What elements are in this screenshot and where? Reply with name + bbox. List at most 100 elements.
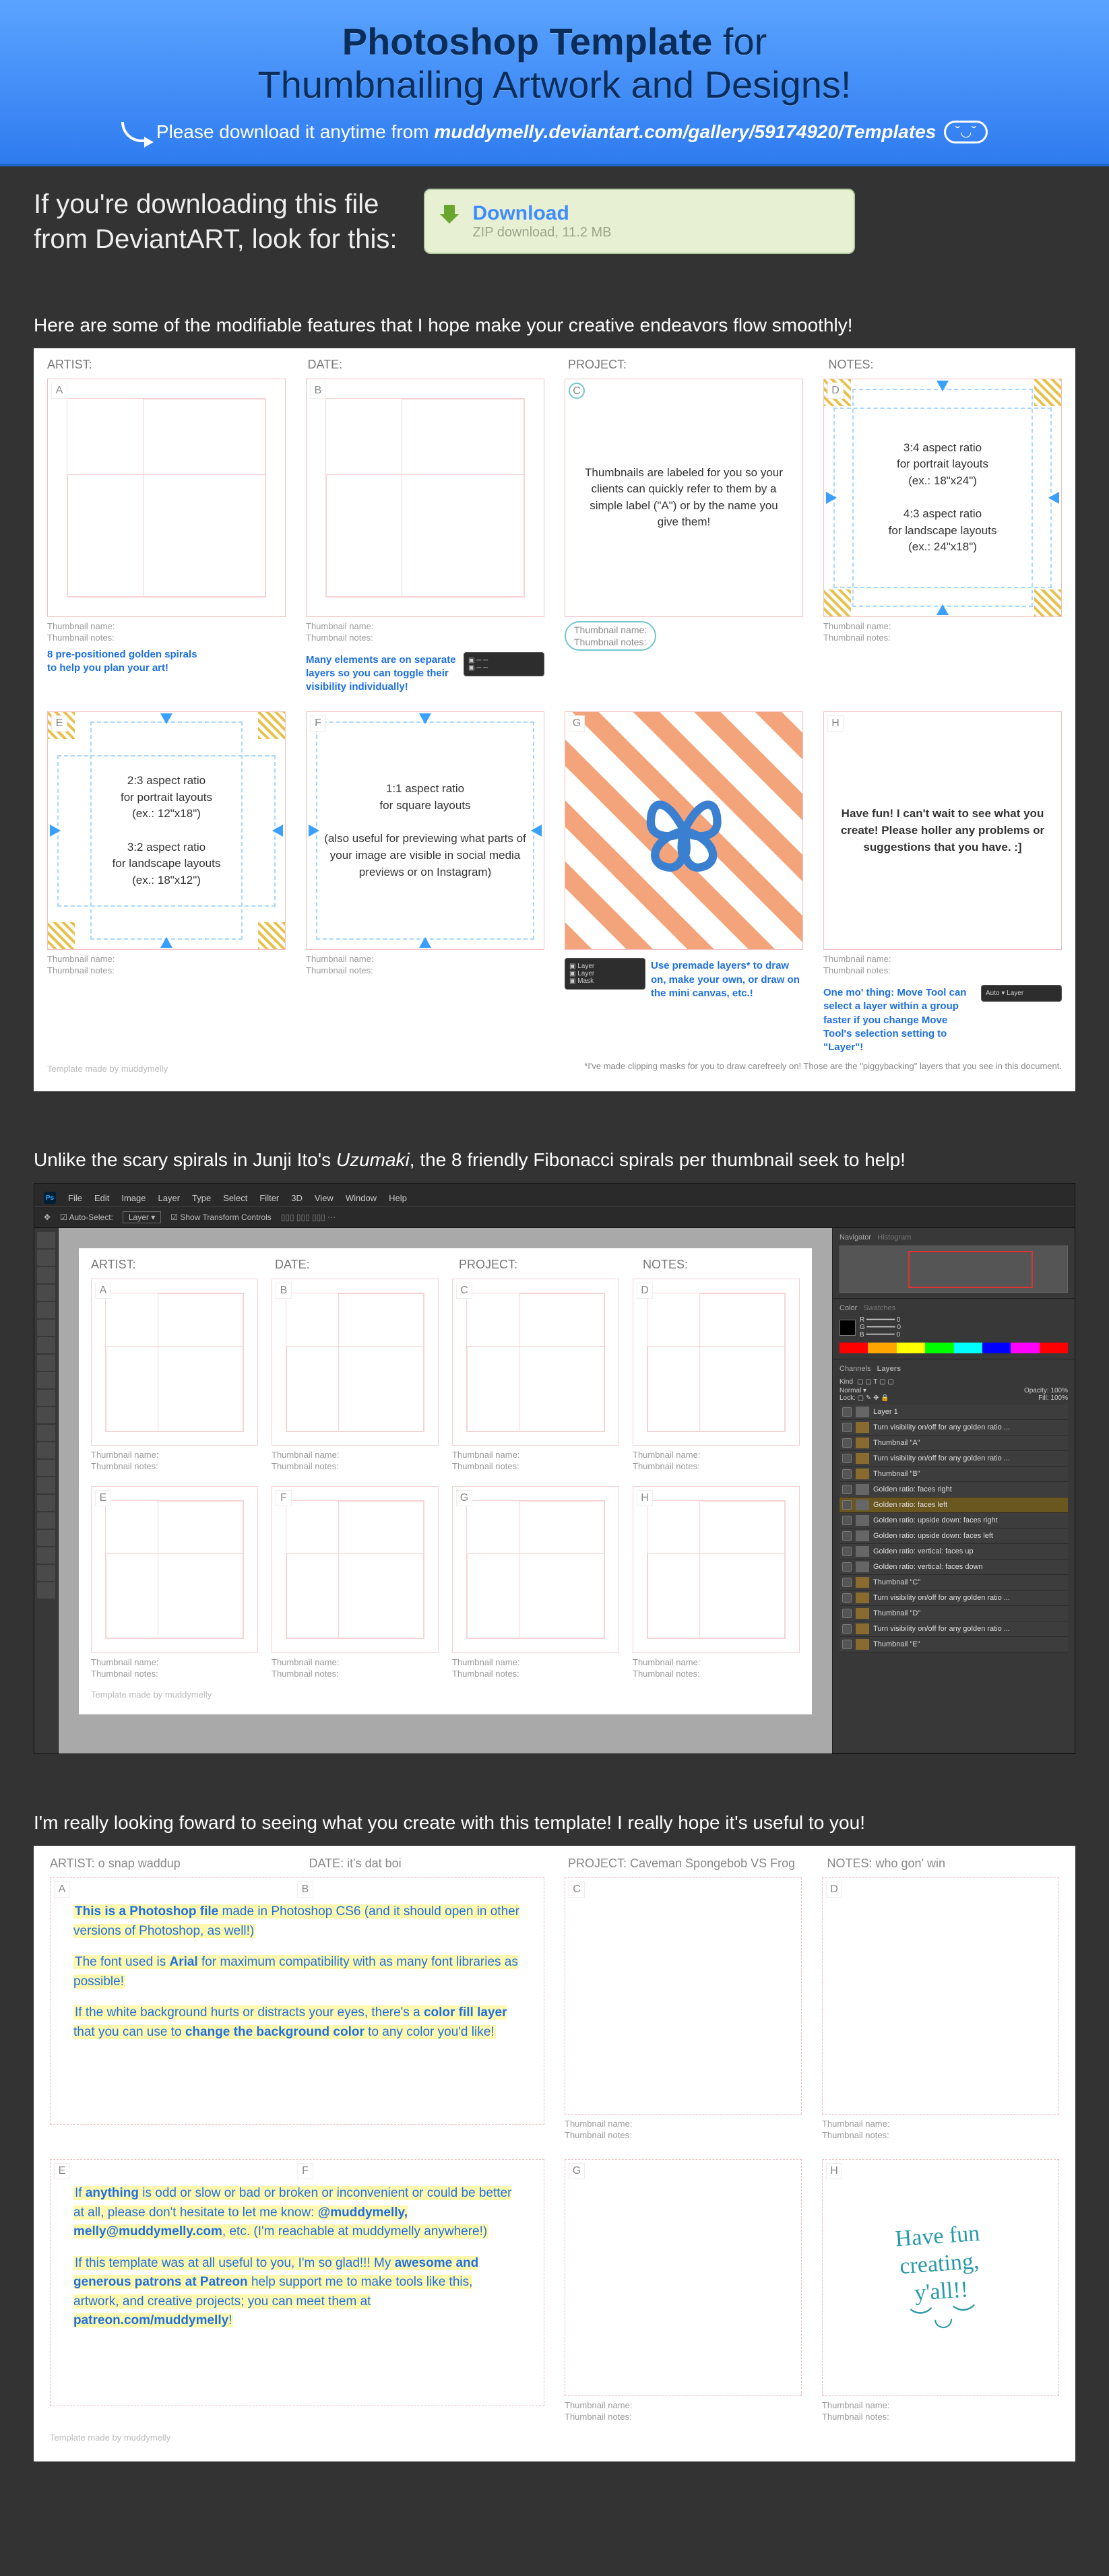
- color-spectrum[interactable]: [839, 1343, 1068, 1353]
- header-notes: NOTES: who gon' win: [827, 1857, 1060, 1871]
- thumbnail-canvas: 1:1 aspect ratiofor square layouts (also…: [306, 711, 544, 950]
- ps-menu-item[interactable]: Help: [389, 1193, 407, 1203]
- thumbnail-canvas: [272, 1279, 439, 1446]
- ps-menu-item[interactable]: Layer: [158, 1193, 181, 1203]
- visibility-toggle-icon[interactable]: [842, 1423, 852, 1432]
- ps-menu-item[interactable]: File: [68, 1193, 82, 1203]
- layer-row[interactable]: Golden ratio: upside down: faces right: [839, 1513, 1068, 1528]
- curved-arrow-icon: [121, 122, 148, 142]
- visibility-toggle-icon[interactable]: [842, 1500, 852, 1510]
- layer-row[interactable]: Turn visibility on/off for any golden ra…: [839, 1451, 1068, 1467]
- visibility-toggle-icon[interactable]: [842, 1609, 852, 1618]
- visibility-toggle-icon[interactable]: [842, 1407, 852, 1417]
- layer-row[interactable]: Turn visibility on/off for any golden ra…: [839, 1420, 1068, 1436]
- cell-letter: A: [95, 1283, 111, 1299]
- thumbnail-cell: C Thumbnail name:Thumbnail notes:: [565, 1877, 802, 2142]
- ps-menu-item[interactable]: Select: [223, 1193, 247, 1203]
- alignment-icons[interactable]: ▯▯▯ ▯▯▯ ▯▯▯ ⋯: [281, 1213, 336, 1222]
- header-artist: ARTIST: o snap waddup: [50, 1857, 282, 1871]
- download-button[interactable]: Download ZIP download, 11.2 MB: [424, 189, 855, 254]
- layer-name: Layer 1: [873, 1408, 1065, 1416]
- thumbnail-canvas: [452, 1486, 619, 1653]
- layer-row[interactable]: Thumbnail "A": [839, 1436, 1068, 1451]
- layers-panel[interactable]: Channels Layers Kind▢ ▢ T ▢ ▢ Normal ▾Op…: [833, 1359, 1075, 1753]
- golden-spiral-guides: [325, 398, 525, 598]
- arrow-icon: [826, 492, 837, 504]
- sheet-header-row: ARTIST: o snap waddup DATE: it's dat boi…: [50, 1857, 1059, 1871]
- thumbnail-canvas: Thumbnails are labeled for you so your c…: [565, 379, 803, 617]
- layer-row[interactable]: Layer 1: [839, 1405, 1068, 1420]
- thumbnail-cell-h: H Have fun! I can't wait to see what you…: [823, 711, 1062, 1054]
- ps-menu-item[interactable]: Window: [346, 1193, 377, 1203]
- thumbnail-meta: Thumbnail name:Thumbnail notes:: [306, 621, 544, 644]
- cell-letter: E: [51, 715, 67, 732]
- visibility-toggle-icon[interactable]: [842, 1454, 852, 1463]
- ps-menu-item[interactable]: View: [315, 1193, 334, 1203]
- ps-menu-item[interactable]: Image: [121, 1193, 146, 1203]
- layer-row[interactable]: Turn visibility on/off for any golden ra…: [839, 1621, 1068, 1637]
- ps-canvas-area[interactable]: ARTIST:DATE:PROJECT:NOTES: A Thumbnail n…: [59, 1228, 832, 1753]
- visibility-toggle-icon[interactable]: [842, 1469, 852, 1479]
- ps-tools-panel[interactable]: [34, 1228, 59, 1753]
- auto-select-checkbox[interactable]: ☑ Auto-Select:: [60, 1213, 113, 1222]
- auto-select-dropdown[interactable]: Layer ▾: [123, 1211, 161, 1223]
- layer-row[interactable]: Golden ratio: upside down: faces left: [839, 1528, 1068, 1544]
- cell-letter: G: [569, 715, 585, 732]
- golden-spiral-guides: [67, 398, 266, 598]
- layer-row[interactable]: Golden ratio: vertical: faces up: [839, 1544, 1068, 1559]
- layer-row[interactable]: Golden ratio: faces right: [839, 1482, 1068, 1498]
- layer-thumbnail-icon: [856, 1407, 869, 1417]
- header-date: DATE:: [308, 358, 542, 372]
- visibility-toggle-icon[interactable]: [842, 1547, 852, 1556]
- layers-mini-panel: ▣ Layer▣ Layer▣ Mask: [565, 958, 645, 990]
- layer-row[interactable]: Thumbnail "B": [839, 1467, 1068, 1482]
- visibility-toggle-icon[interactable]: [842, 1593, 852, 1603]
- thumbnail-canvas: [91, 1486, 258, 1653]
- thumbnail-meta: Thumbnail name:Thumbnail notes:: [452, 1657, 619, 1680]
- cell-letter: B: [310, 383, 326, 399]
- layer-row[interactable]: Thumbnail "E": [839, 1637, 1068, 1652]
- layer-name: Golden ratio: faces left: [873, 1501, 1065, 1509]
- ps-menu-item[interactable]: Type: [192, 1193, 211, 1203]
- navigator-thumbnail[interactable]: [839, 1246, 1068, 1293]
- visibility-toggle-icon[interactable]: [842, 1562, 852, 1572]
- color-panel[interactable]: Color Swatches R ━━━━━━━ 0G ━━━━━━━ 0B ━…: [833, 1299, 1075, 1359]
- arrow-icon: [937, 604, 949, 615]
- download-url[interactable]: muddymelly.deviantart.com/gallery/591749…: [434, 121, 936, 142]
- show-transform-checkbox[interactable]: ☑ Show Transform Controls: [170, 1213, 271, 1222]
- visibility-toggle-icon[interactable]: [842, 1624, 852, 1634]
- template-document: ARTIST:DATE:PROJECT:NOTES: A Thumbnail n…: [79, 1248, 812, 1714]
- sample-drawing-flower: [565, 712, 802, 949]
- arrow-icon: [272, 825, 283, 837]
- layer-name: Thumbnail "B": [873, 1470, 1065, 1478]
- layer-row[interactable]: Thumbnail "D": [839, 1606, 1068, 1621]
- thumbnail-meta: Thumbnail name:Thumbnail notes:: [272, 1657, 439, 1680]
- ps-toolbar: ✥ ☑ Auto-Select: Layer ▾ ☑ Show Transfor…: [34, 1206, 1075, 1228]
- ps-menu-item[interactable]: Edit: [94, 1193, 109, 1203]
- caption-closing: I'm really looking foward to seeing what…: [34, 1812, 1075, 1834]
- cell-letter: H: [637, 1490, 653, 1506]
- visibility-toggle-icon[interactable]: [842, 1438, 852, 1448]
- visibility-toggle-icon[interactable]: [842, 1640, 852, 1649]
- arrow-icon: [419, 713, 431, 724]
- layer-row[interactable]: Golden ratio: faces left: [839, 1498, 1068, 1513]
- layer-thumbnail-icon: [856, 1608, 869, 1619]
- layer-row[interactable]: Golden ratio: vertical: faces down: [839, 1559, 1068, 1575]
- layer-row[interactable]: Turn visibility on/off for any golden ra…: [839, 1590, 1068, 1606]
- cell-letter: F: [276, 1490, 292, 1506]
- visibility-toggle-icon[interactable]: [842, 1531, 852, 1541]
- layers-list[interactable]: Layer 1 Turn visibility on/off for any g…: [839, 1405, 1068, 1652]
- foreground-color-swatch[interactable]: [839, 1320, 856, 1336]
- layer-name: Golden ratio: faces right: [873, 1485, 1065, 1493]
- ps-menu-item[interactable]: 3D: [291, 1193, 303, 1203]
- ps-menu-item[interactable]: Filter: [259, 1193, 279, 1203]
- visibility-toggle-icon[interactable]: [842, 1485, 852, 1494]
- visibility-toggle-icon[interactable]: [842, 1516, 852, 1525]
- info-paragraph: If this template was at all useful to yo…: [73, 2254, 521, 2331]
- thumbnail-cell: A Thumbnail name:Thumbnail notes:: [91, 1279, 258, 1473]
- visibility-toggle-icon[interactable]: [842, 1578, 852, 1587]
- move-tool-icon[interactable]: ✥: [44, 1213, 51, 1222]
- info-paragraph: If anything is odd or slow or bad or bro…: [73, 2184, 521, 2242]
- layer-row[interactable]: Thumbnail "C": [839, 1575, 1068, 1590]
- navigator-panel[interactable]: Navigator Histogram: [833, 1228, 1075, 1299]
